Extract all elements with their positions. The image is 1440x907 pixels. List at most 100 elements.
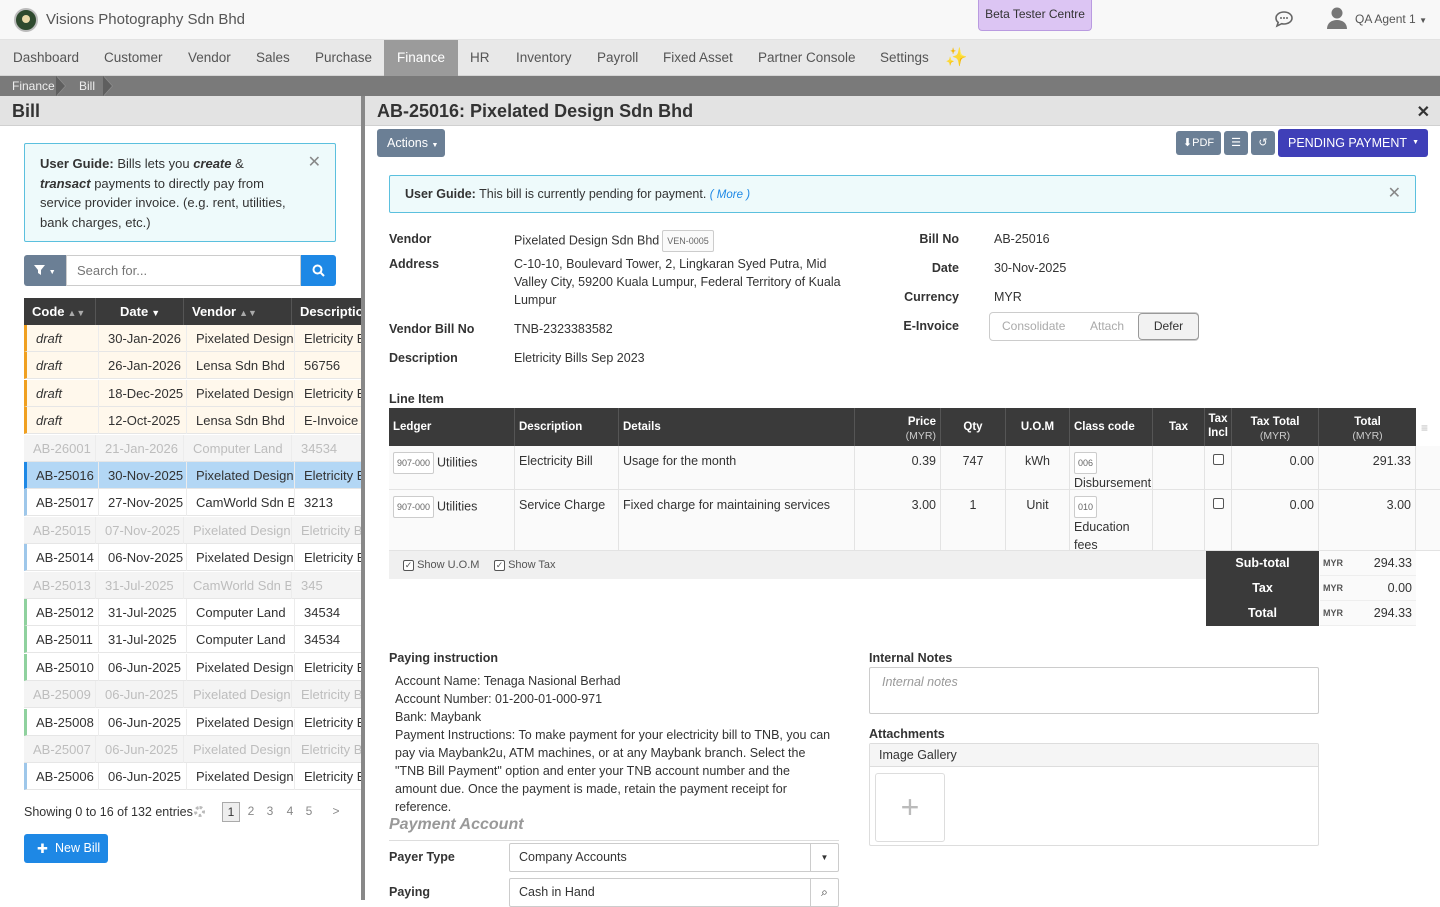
table-row[interactable]: AB-2501507-Nov-2025Pixelated Design Sdn … — [24, 516, 361, 544]
table-row[interactable]: AB-2500606-Jun-2025Pixelated Design Sdn … — [24, 763, 361, 791]
nav-dashboard[interactable]: Dashboard — [0, 40, 92, 76]
tax-incl-checkbox[interactable] — [1212, 454, 1224, 465]
show-uom-toggle[interactable]: ✓ Show U.O.M — [403, 559, 479, 571]
page-4[interactable]: 4 — [281, 802, 299, 822]
table-row[interactable]: AB-2501630-Nov-2025Pixelated Design Sdn … — [24, 462, 361, 489]
table-row[interactable]: draft18-Dec-2025Pixelated Design Sdn Bhd… — [24, 379, 361, 407]
col-code[interactable]: Code ▲▼ — [24, 298, 96, 325]
close-icon[interactable]: ✕ — [1388, 176, 1401, 212]
nav-customer[interactable]: Customer — [91, 40, 176, 76]
close-icon[interactable]: ✕ — [1417, 102, 1430, 122]
nav-vendor[interactable]: Vendor — [175, 40, 244, 76]
col-description[interactable]: Description — [292, 298, 361, 325]
line-item-row[interactable]: 907-000 Utilities Electricity Bill Usage … — [389, 446, 1440, 490]
user-menu[interactable]: QA Agent 1 ▼ — [1355, 12, 1427, 26]
user-name-label: QA Agent 1 — [1355, 12, 1416, 26]
payer-type-select[interactable]: Company Accounts ▼ — [509, 843, 839, 872]
table-row[interactable]: AB-25012 31-Jul-2025 Computer Land 34534 — [24, 599, 361, 626]
cell-vendor: Pixelated Design Sdn Bhd — [187, 653, 295, 681]
line-item-row[interactable]: 907-000 Utilities Service Charge Fixed ch… — [389, 490, 1440, 552]
sparkle-icon[interactable]: ✨ — [945, 47, 967, 68]
company-logo[interactable] — [14, 8, 38, 32]
add-image-button[interactable]: + — [875, 773, 945, 842]
nav-fixed-asset[interactable]: Fixed Asset — [650, 40, 746, 76]
einvoice-consolidate[interactable]: Consolidate — [1002, 313, 1065, 340]
nav-inventory[interactable]: Inventory — [503, 40, 585, 76]
table-row[interactable]: draft 26-Jan-2026 Lensa Sdn Bhd 56756 — [24, 352, 361, 380]
cell-vendor: Pixelated Design Sdn Bhd — [187, 763, 295, 791]
table-row[interactable]: AB-2501006-Jun-2025Pixelated Design Sdn … — [24, 653, 361, 681]
search-input[interactable] — [66, 255, 301, 286]
cell-date: 31-Jul-2025 — [99, 599, 187, 626]
nav-partner-console[interactable]: Partner Console — [745, 40, 869, 76]
page-1[interactable]: 1 — [222, 802, 240, 822]
status-dropdown[interactable]: PENDING PAYMENT ▼ — [1278, 129, 1428, 157]
company-name[interactable]: Visions Photography Sdn Bhd — [46, 11, 245, 28]
filter-button[interactable]: ▼ — [24, 255, 66, 286]
table-row[interactable]: AB-2500906-Jun-2025Pixelated Design Sdn … — [24, 681, 361, 709]
einvoice-attach[interactable]: Attach — [1090, 313, 1124, 340]
drag-handle-icon[interactable]: ≡ — [1421, 421, 1428, 435]
nav-payroll[interactable]: Payroll — [584, 40, 651, 76]
col-date[interactable]: Date ▼ — [96, 298, 184, 325]
internal-notes-textarea[interactable]: Internal notes — [869, 667, 1319, 714]
status-label: PENDING PAYMENT — [1288, 136, 1407, 150]
list-header: Bill — [0, 96, 361, 126]
guide-more-link[interactable]: ( More ) — [710, 189, 750, 201]
list-icon[interactable]: ☰ — [1224, 131, 1248, 155]
breadcrumb-bill[interactable]: Bill — [79, 76, 95, 96]
cell-date: 31-Jul-2025 — [96, 571, 184, 599]
page-next[interactable]: > — [327, 802, 345, 822]
pdf-button[interactable]: ⬇PDF — [1176, 131, 1221, 155]
vendor-name[interactable]: Pixelated Design Sdn Bhd — [514, 233, 659, 247]
nav-hr[interactable]: HR — [457, 40, 503, 76]
table-row[interactable]: AB-2500706-Jun-2025Pixelated Design Sdn … — [24, 736, 361, 763]
tax-value: MYR 0.00 — [1320, 576, 1416, 601]
breadcrumb-finance[interactable]: Finance — [12, 76, 55, 96]
li-tax-incl — [1205, 446, 1232, 489]
table-row[interactable]: draft12-Oct-2025Lensa Sdn BhdE-Invoice b… — [24, 407, 361, 435]
new-bill-button[interactable]: New Bill — [24, 834, 108, 863]
table-row[interactable]: AB-26001 21-Jan-2026 Computer Land 34534 — [24, 434, 361, 462]
tax-incl-checkbox[interactable] — [1212, 498, 1224, 509]
bill-no-value: AB-25016 — [994, 232, 1050, 246]
close-icon[interactable]: ✕ — [308, 153, 321, 173]
beta-tester-button[interactable]: Beta Tester Centre — [978, 0, 1092, 31]
internal-notes-label: Internal Notes — [869, 651, 953, 665]
table-row[interactable]: AB-2501331-Jul-2025CamWorld Sdn Bhd345 — [24, 571, 361, 599]
li-class: 010 Education fees — [1070, 490, 1153, 552]
nav-finance[interactable]: Finance — [384, 40, 459, 76]
actions-button[interactable]: Actions ▼ — [377, 129, 445, 157]
page-2[interactable]: 2 — [242, 802, 260, 822]
show-tax-toggle[interactable]: ✓ Show Tax — [494, 559, 556, 571]
table-row[interactable]: AB-2500806-Jun-2025Pixelated Design Sdn … — [24, 708, 361, 736]
history-icon[interactable]: ↺ — [1251, 131, 1275, 155]
cell-code: AB-25012 — [27, 599, 99, 626]
table-row[interactable]: AB-2501727-Nov-2025CamWorld Sdn Bhd3213 — [24, 489, 361, 517]
page-5[interactable]: 5 — [300, 802, 318, 822]
check-icon: ✓ — [403, 560, 414, 571]
lh-total-label: Total — [1354, 416, 1381, 428]
breadcrumb: Finance Bill — [0, 76, 1440, 96]
einvoice-defer[interactable]: Defer — [1138, 313, 1199, 340]
lh-price: Price (MYR) — [855, 408, 941, 446]
user-icon[interactable] — [1326, 6, 1348, 30]
li-uom: Unit — [1006, 490, 1070, 550]
cell-desc: 56756 — [295, 352, 361, 379]
search-button[interactable] — [301, 255, 336, 286]
nav-settings[interactable]: Settings — [867, 40, 942, 76]
nav-purchase[interactable]: Purchase — [302, 40, 385, 76]
nav-sales[interactable]: Sales — [243, 40, 303, 76]
table-row[interactable]: draft30-Jan-2026Pixelated Design Sdn Bhd… — [24, 325, 361, 352]
instr-payment: Payment Instructions: To make payment fo… — [395, 728, 831, 814]
table-row[interactable]: AB-2501406-Nov-2025Pixelated Design Sdn … — [24, 544, 361, 572]
paying-select[interactable]: Cash in Hand ⌕ — [509, 878, 839, 907]
search-icon — [312, 264, 325, 277]
cell-code: AB-26001 — [24, 434, 96, 462]
chat-icon[interactable] — [1274, 10, 1294, 28]
page-3[interactable]: 3 — [261, 802, 279, 822]
search-icon[interactable]: ⌕ — [810, 879, 838, 906]
gear-icon[interactable] — [194, 806, 205, 817]
table-row[interactable]: AB-25011 31-Jul-2025 Computer Land 34534 — [24, 626, 361, 654]
col-vendor[interactable]: Vendor ▲▼ — [184, 298, 292, 325]
